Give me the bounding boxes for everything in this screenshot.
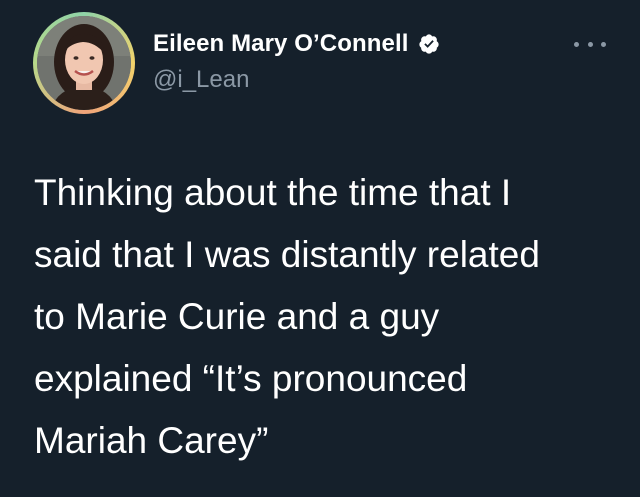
verified-badge-icon	[418, 33, 440, 55]
more-options-icon[interactable]	[572, 32, 608, 56]
profile-photo	[37, 16, 131, 110]
author-handle[interactable]: @i_Lean	[153, 66, 249, 94]
tweet-text-line: explained “It’s pronounced	[34, 358, 468, 399]
more-dot	[587, 41, 593, 47]
author-display-name[interactable]: Eileen Mary O’Connell	[153, 30, 409, 58]
tweet-text-line: Thinking about the time that I	[34, 172, 512, 213]
tweet-card: Eileen Mary O’Connell @i_Lean Thinking a…	[0, 0, 640, 497]
more-dot	[574, 41, 579, 47]
avatar-ring[interactable]	[33, 12, 135, 114]
tweet-text: Thinking about the time that I said that…	[34, 162, 624, 472]
tweet-text-line: said that I was distantly related	[34, 234, 540, 275]
avatar[interactable]	[37, 16, 131, 110]
author-name-row[interactable]: Eileen Mary O’Connell	[153, 30, 440, 58]
more-dot	[601, 41, 606, 47]
tweet-text-line: to Marie Curie and a guy	[34, 296, 440, 337]
tweet-text-line: Mariah Carey”	[34, 420, 269, 461]
